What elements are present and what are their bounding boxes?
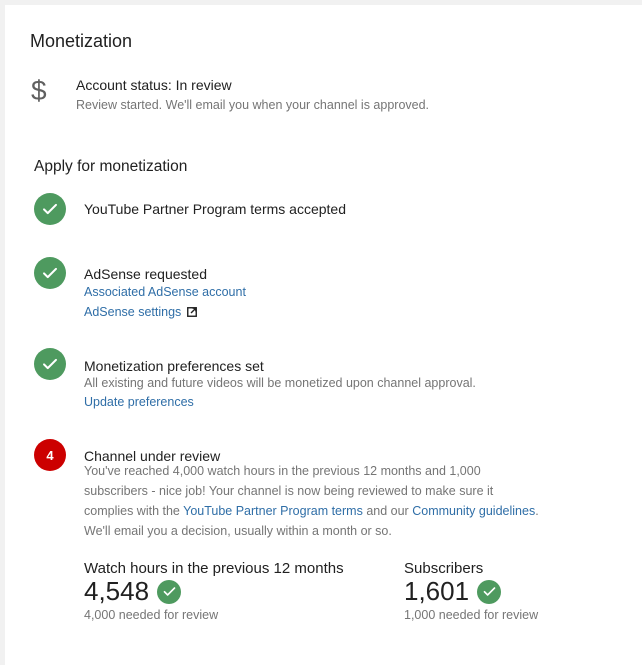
- step-monetization-prefs-text: All existing and future videos will be m…: [84, 376, 476, 390]
- check-circle-icon: [34, 257, 66, 289]
- review-text-fragment: and our: [366, 504, 409, 518]
- external-link-icon: [187, 306, 198, 317]
- step-ypp-terms-title: YouTube Partner Program terms accepted: [84, 201, 346, 217]
- watch-hours-value: 4,548: [84, 576, 150, 606]
- review-text-fragment: complies with the: [84, 504, 180, 518]
- ypp-terms-link[interactable]: YouTube Partner Program terms: [183, 504, 363, 518]
- check-circle-icon: [34, 193, 66, 225]
- review-text-line: You've reached 4,000 watch hours in the …: [84, 464, 481, 478]
- step-channel-review-text: You've reached 4,000 watch hours in the …: [84, 461, 624, 541]
- review-text-line: complies with the YouTube Partner Progra…: [84, 501, 624, 521]
- account-status-subtext: Review started. We'll email you when you…: [76, 98, 430, 112]
- associated-adsense-account-link[interactable]: Associated AdSense account: [84, 285, 246, 299]
- dollar-icon: $: [31, 75, 47, 106]
- step-monetization-prefs-title: Monetization preferences set: [84, 358, 264, 374]
- check-circle-icon: [157, 579, 182, 604]
- community-guidelines-link[interactable]: Community guidelines: [412, 504, 535, 518]
- watch-hours-value-row: 4,548: [84, 576, 182, 607]
- subscribers-value-row: 1,601: [404, 576, 502, 607]
- subscribers-value: 1,601: [404, 576, 470, 606]
- check-circle-icon: [34, 348, 66, 380]
- step-adsense-title: AdSense requested: [84, 266, 207, 282]
- step-number-badge: 4: [34, 439, 66, 471]
- account-status-heading: Account status: In review: [76, 77, 232, 93]
- subscribers-requirement: 1,000 needed for review: [404, 608, 539, 622]
- adsense-settings-label: AdSense settings: [84, 305, 182, 319]
- review-text-line: subscribers - nice job! Your channel is …: [84, 484, 494, 498]
- review-text-line: We'll email you a decision, usually with…: [84, 524, 392, 538]
- subscribers-label: Subscribers: [404, 560, 484, 577]
- apply-section-title: Apply for monetization: [34, 158, 188, 175]
- review-text-fragment: .: [535, 504, 539, 518]
- adsense-settings-link[interactable]: AdSense settings: [84, 305, 198, 319]
- check-circle-icon: [477, 579, 502, 604]
- watch-hours-label: Watch hours in the previous 12 months: [84, 560, 344, 577]
- page-title: Monetization: [30, 31, 133, 51]
- watch-hours-requirement: 4,000 needed for review: [84, 608, 219, 622]
- monetization-card: Monetization $ Account status: In review…: [5, 5, 642, 665]
- update-preferences-link[interactable]: Update preferences: [84, 395, 194, 409]
